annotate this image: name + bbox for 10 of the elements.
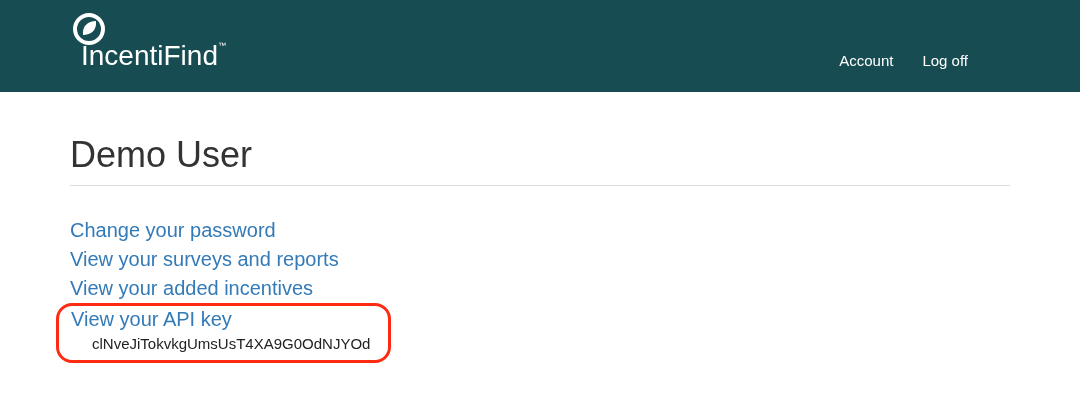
profile-link[interactable]: View your surveys and reports bbox=[70, 245, 339, 274]
api-key: clNveJiTokvkgUmsUsT4XA9G0OdNJYOd bbox=[71, 332, 377, 356]
profile-link[interactable]: Change your password bbox=[70, 216, 276, 245]
magnifier-leaf-icon bbox=[72, 12, 106, 46]
profile-link[interactable]: View your added incentives bbox=[70, 274, 314, 303]
page-title: Demo User bbox=[70, 132, 1010, 186]
logo[interactable]: IncentiFind™ bbox=[72, 12, 226, 72]
nav-link[interactable]: Log off bbox=[922, 50, 968, 73]
api-key-link[interactable]: View your API key bbox=[71, 306, 377, 332]
nav-link[interactable]: Account bbox=[839, 50, 894, 73]
